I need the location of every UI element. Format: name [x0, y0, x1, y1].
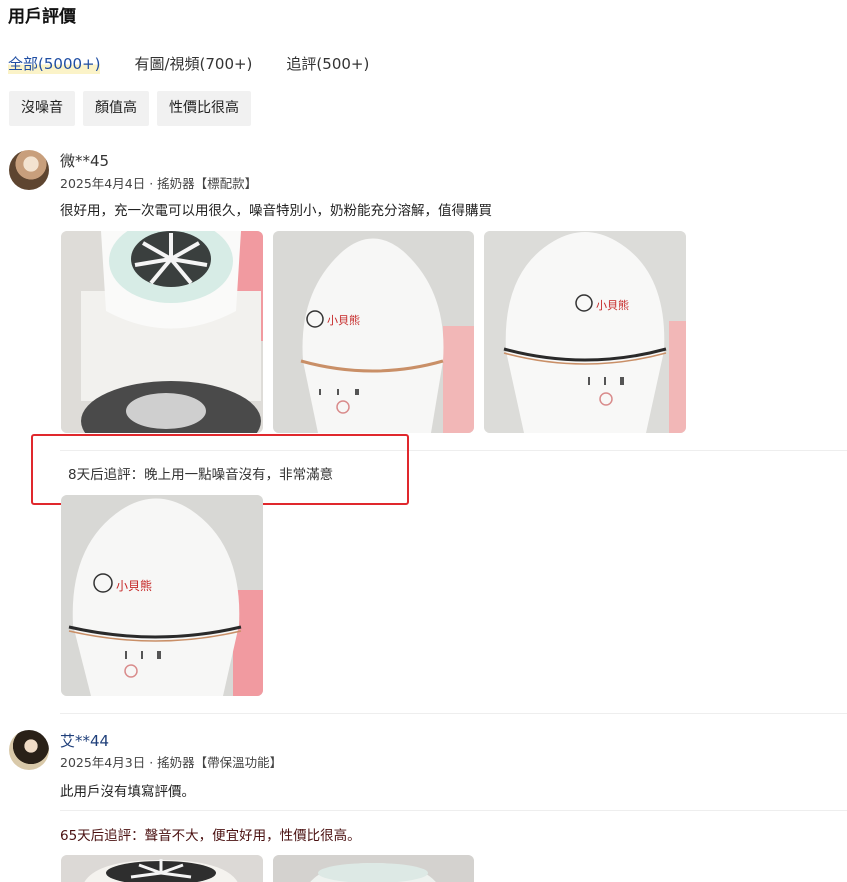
- review-username: 微**45: [60, 152, 110, 170]
- avatar[interactable]: [9, 150, 49, 190]
- brand-logo-text: 小貝熊: [116, 578, 152, 593]
- review-text: 很好用，充一次電可以用很久，噪音特別小，奶粉能充分溶解，值得購買: [60, 203, 492, 219]
- review-photo[interactable]: [273, 855, 474, 882]
- brand-logo-text: 小貝熊: [596, 298, 629, 312]
- filter-tab-followup[interactable]: 追評(500+): [286, 53, 369, 74]
- review-photo[interactable]: [61, 231, 263, 433]
- filter-tab-all[interactable]: 全部(5000+): [8, 53, 101, 74]
- review-photo[interactable]: [61, 855, 263, 882]
- avatar[interactable]: [9, 730, 49, 770]
- review-filter-tabs: 全部(5000+) 有圖/視頻(700+) 追評(500+): [8, 53, 369, 74]
- filter-tab-with-media[interactable]: 有圖/視頻(700+): [134, 53, 252, 74]
- followup-review-photo[interactable]: 小貝熊: [61, 495, 263, 696]
- divider: [60, 810, 847, 811]
- divider: [60, 450, 847, 451]
- review-photo[interactable]: 小貝熊: [484, 231, 686, 433]
- tag-good-looking[interactable]: 顏值高: [83, 91, 149, 126]
- review-photo-image: [61, 855, 263, 882]
- review-username: 艾**44: [60, 732, 110, 750]
- brand-logo-text: 小貝熊: [327, 313, 360, 327]
- review-photo[interactable]: 小貝熊: [273, 231, 474, 433]
- followup-review-text: 8天后追評：晚上用一點噪音沒有，非常滿意: [68, 467, 334, 483]
- review-text: 此用戶沒有填寫評價。: [60, 784, 195, 800]
- tag-value-for-money[interactable]: 性價比很高: [157, 91, 251, 126]
- review-photo-image: [61, 231, 263, 433]
- review-photo-image: 小貝熊: [61, 495, 263, 696]
- review-meta: 2025年4月3日 · 搖奶器【帶保溫功能】: [60, 755, 283, 770]
- review-meta: 2025年4月4日 · 搖奶器【標配款】: [60, 176, 258, 191]
- review-photo-image: 小貝熊: [484, 231, 686, 433]
- review-photo-image: [273, 855, 474, 882]
- followup-review-text: 65天后追評：聲音不大，便宜好用，性價比很高。: [60, 828, 361, 844]
- review-photo-image: 小貝熊: [273, 231, 474, 433]
- reviews-section-title: 用戶評價: [8, 7, 76, 27]
- tag-no-noise[interactable]: 沒噪音: [9, 91, 75, 126]
- divider: [60, 713, 847, 714]
- review-tag-list: 沒噪音 顏值高 性價比很高: [9, 91, 251, 126]
